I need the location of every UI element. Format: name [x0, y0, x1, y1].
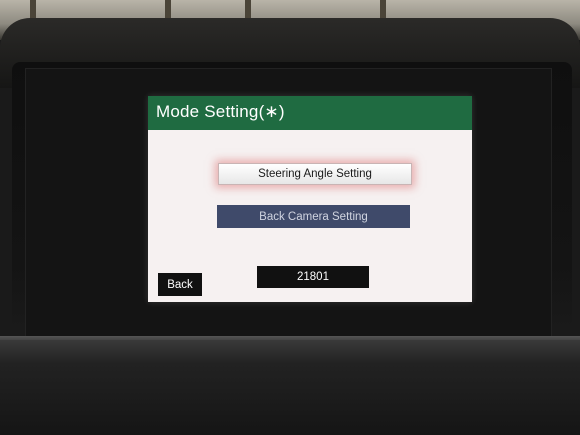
back-camera-setting-button[interactable]: Back Camera Setting [217, 205, 410, 228]
steering-angle-setting-label: Steering Angle Setting [258, 168, 372, 180]
back-button-label: Back [167, 278, 193, 291]
steering-angle-setting-button[interactable]: Steering Angle Setting [218, 163, 412, 185]
title-bar: Mode Setting(∗) [148, 96, 472, 130]
code-value: 21801 [297, 271, 329, 283]
code-display: 21801 [257, 266, 369, 288]
dashboard-shelf [0, 340, 580, 435]
back-button[interactable]: Back [158, 273, 202, 296]
mode-setting-screen: Mode Setting(∗) Steering Angle Setting B… [148, 96, 472, 302]
back-camera-setting-label: Back Camera Setting [259, 210, 368, 223]
page-title: Mode Setting(∗) [156, 102, 285, 121]
